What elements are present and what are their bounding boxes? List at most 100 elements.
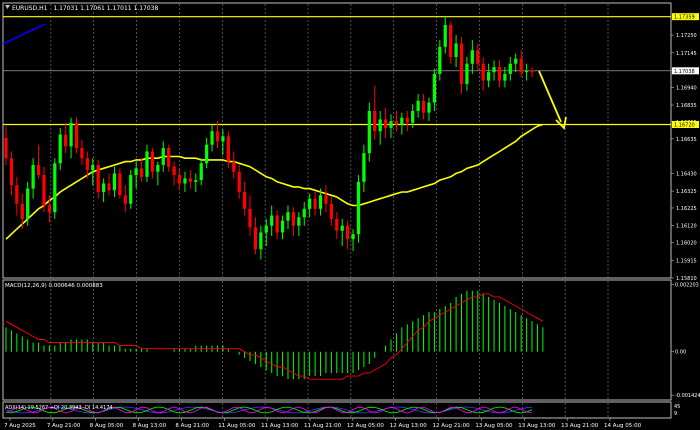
time-label: 12 Aug 21:00	[433, 423, 471, 429]
candle-body	[53, 163, 57, 213]
current-price-label: 1.17038	[674, 69, 695, 75]
ohlc-values: 1.17031 1.17061 1.17011 1.17038	[53, 5, 158, 12]
level-price-label: 1.16720	[674, 122, 695, 128]
candle-body	[335, 218, 339, 231]
candle-body	[421, 100, 426, 113]
candle-body	[42, 175, 46, 206]
candle-body	[221, 136, 225, 142]
candle-body	[329, 203, 333, 219]
price-tick-label: 1.16430	[676, 171, 697, 177]
macd-tick-label: 0.002203	[675, 283, 699, 289]
candle-body	[416, 100, 420, 111]
candle-body	[346, 225, 350, 240]
candle-body	[36, 164, 41, 176]
time-label: 14 Aug 05:00	[604, 423, 642, 429]
candle-body	[394, 121, 399, 125]
candle-body	[177, 175, 182, 184]
candle-body	[232, 161, 236, 172]
candle-body	[351, 234, 355, 240]
price-tick-label: 1.16940	[676, 85, 697, 91]
candle-body	[123, 195, 127, 204]
candle-body	[270, 215, 274, 226]
candle-body	[503, 73, 507, 81]
candle-body	[194, 180, 198, 182]
candle-body	[107, 183, 111, 191]
candle-body	[242, 191, 247, 209]
candle-body	[248, 208, 252, 228]
candle-body	[205, 144, 209, 164]
adx-label: ADX(14) 19.5267 +DI 20.3943 -DI 14.4174	[5, 405, 113, 411]
time-label: 8 Aug 05:00	[90, 423, 124, 429]
candle-body	[340, 225, 344, 231]
level-price-label: 1.17359	[674, 15, 695, 21]
chart-header: EURUSD,H1 1.17031 1.17061 1.17011 1.1703…	[5, 5, 158, 12]
candle-body	[356, 181, 361, 235]
candle-body	[438, 46, 442, 74]
price-tick-label: 1.15810	[676, 276, 697, 282]
candle	[129, 170, 133, 209]
candle-body	[64, 134, 68, 147]
candle-body	[459, 43, 464, 84]
macd-tick-label: -0.001424	[675, 393, 700, 399]
candle-body	[291, 212, 296, 226]
svg-text:EURUSD,H1 1.17031 1.17: EURUSD,H1 1.17031 1.17061 1.17011 1.1703…	[12, 5, 158, 12]
time-label: 7 Aug 2025	[4, 423, 36, 429]
candle-body	[318, 195, 323, 209]
candle-body	[275, 215, 279, 233]
candle-body	[210, 131, 214, 145]
candle-body	[465, 63, 469, 84]
candle-body	[486, 72, 491, 81]
price-tick-label: 1.16020	[676, 241, 697, 247]
candle-body	[15, 185, 19, 204]
candle-body	[31, 164, 35, 189]
candle-body	[47, 205, 52, 213]
candle-body	[172, 166, 176, 176]
candle-body	[519, 58, 523, 73]
candle	[367, 102, 371, 162]
candle-body	[373, 110, 377, 132]
candle-body	[188, 178, 192, 182]
candle-body	[112, 173, 117, 191]
candle-body	[383, 119, 388, 128]
candle-body	[199, 163, 203, 181]
candle-body	[96, 164, 100, 192]
candle-body	[324, 195, 328, 204]
chart-background	[0, 0, 700, 430]
time-label: 12 Aug 05:00	[347, 423, 385, 429]
candle-body	[400, 117, 404, 125]
time-label: 13 Aug 05:00	[475, 423, 513, 429]
candle-body	[378, 119, 382, 132]
candle-body	[497, 67, 502, 81]
time-label: 11 Aug 13:00	[261, 423, 299, 429]
candle-body	[362, 153, 366, 182]
candle-body	[20, 203, 24, 219]
candle-body	[481, 63, 485, 81]
candle-body	[313, 198, 317, 209]
candle-body	[4, 137, 8, 159]
candle-body	[253, 227, 258, 250]
candle-body	[69, 122, 73, 147]
candle-body	[80, 148, 84, 159]
candle-body	[405, 117, 409, 123]
trading-chart[interactable]: 1.172501.171451.169401.168351.167351.166…	[0, 0, 700, 430]
time-label: 11 Aug 21:00	[304, 423, 342, 429]
time-label: 13 Aug 13:00	[518, 423, 556, 429]
candle-body	[454, 43, 458, 57]
price-tick-label: 1.17145	[676, 51, 697, 57]
price-tick-label: 1.17250	[676, 33, 697, 39]
candle-body	[302, 208, 306, 218]
candle-body	[226, 136, 230, 162]
candle-body	[449, 24, 453, 57]
time-label: 8 Aug 13:00	[133, 423, 167, 429]
price-tick-label: 1.16225	[676, 206, 697, 212]
candle-body	[9, 158, 14, 186]
price-tick-label: 1.16120	[676, 224, 697, 230]
candle-body	[167, 148, 171, 167]
candle	[74, 117, 79, 154]
candle-body	[215, 131, 220, 142]
candle-body	[530, 70, 534, 73]
time-label: 13 Aug 21:00	[561, 423, 599, 429]
candle-body	[524, 70, 529, 73]
candle-body	[508, 63, 512, 74]
candle-body	[74, 122, 79, 149]
